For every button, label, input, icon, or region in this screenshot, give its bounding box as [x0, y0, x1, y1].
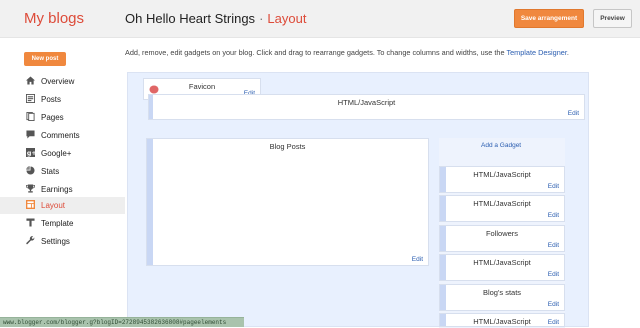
top-bar: My blogs Oh Hello Heart Strings · Layout S…: [0, 0, 640, 38]
my-blogs-link[interactable]: My blogs: [24, 10, 84, 27]
edit-link[interactable]: Edit: [568, 110, 579, 117]
gadget-title: Blog's stats: [482, 288, 522, 297]
layout-hint: Add, remove, edit gadgets on your blog. …: [125, 48, 569, 57]
sidebar-item-label: Pages: [41, 113, 64, 122]
sidebar-gadget[interactable]: HTML/JavaScript Edit: [439, 195, 565, 222]
blog-posts-gadget[interactable]: Blog Posts Edit: [146, 138, 429, 266]
edit-link[interactable]: Edit: [412, 256, 423, 263]
sidebar-item-comments[interactable]: Comments: [0, 127, 125, 144]
sidebar-item-pages[interactable]: Pages: [0, 109, 125, 126]
sidebar-item-earnings[interactable]: Earnings: [0, 181, 125, 198]
page-title: Oh Hello Heart Strings · Layout: [125, 11, 306, 26]
sidebar-item-google-plus[interactable]: g+ Google+: [0, 145, 125, 162]
trophy-icon: [26, 184, 35, 193]
edit-link[interactable]: Edit: [548, 212, 559, 219]
svg-text:g+: g+: [27, 150, 35, 157]
sidebar-item-label: Settings: [41, 237, 70, 246]
sidebar-item-stats[interactable]: Stats: [0, 163, 125, 180]
sidebar-item-template[interactable]: Template: [0, 215, 125, 232]
layout-icon: [26, 200, 35, 209]
sidebar-item-label: Stats: [41, 167, 60, 176]
comments-icon: [26, 130, 35, 139]
sidebar-item-posts[interactable]: Posts: [0, 91, 125, 108]
current-page-name: Layout: [267, 11, 307, 26]
sidebar-item-label: Layout: [41, 201, 66, 210]
hint-text: Add, remove, edit gadgets on your blog. …: [125, 48, 507, 57]
sidebar: New post Overview Posts Pages Comments g…: [0, 38, 125, 327]
sidebar-item-settings[interactable]: Settings: [0, 233, 125, 250]
template-designer-link[interactable]: Template Designer: [506, 48, 566, 57]
template-icon: [26, 218, 35, 227]
browser-status-bar: www.blogger.com/blogger.g?blogID=2728945…: [0, 317, 244, 327]
preview-button[interactable]: Preview: [593, 9, 632, 28]
status-url: www.blogger.com/blogger.g?blogID=2728945…: [3, 319, 227, 326]
layout-canvas: Favicon Edit HTML/JavaScript Edit Blog P…: [127, 72, 589, 328]
gadget-title: HTML/JavaScript: [337, 98, 396, 107]
sidebar-gadget[interactable]: Followers Edit: [439, 225, 565, 252]
gadget-title: Followers: [485, 229, 519, 238]
google-plus-icon: g+: [26, 148, 35, 157]
wrench-icon: [26, 236, 35, 245]
edit-link[interactable]: Edit: [548, 242, 559, 249]
edit-link[interactable]: Edit: [548, 301, 559, 308]
hint-end: .: [566, 48, 569, 57]
sidebar-item-overview[interactable]: Overview: [0, 73, 125, 90]
sidebar-item-label: Overview: [41, 77, 75, 86]
sidebar-item-label: Comments: [41, 131, 80, 140]
gadget-title: Favicon: [188, 82, 216, 91]
sidebar-item-label: Earnings: [41, 185, 73, 194]
drag-handle[interactable]: [147, 139, 153, 265]
title-separator: ·: [259, 11, 264, 26]
gadget-title: Blog Posts: [269, 142, 306, 151]
gadget-title: HTML/JavaScript: [473, 199, 531, 208]
sidebar-item-layout[interactable]: Layout: [0, 197, 125, 214]
gadget-title: HTML/JavaScript: [473, 258, 531, 267]
save-arrangement-button[interactable]: Save arrangement: [514, 9, 584, 28]
layout-editor: Add, remove, edit gadgets on your blog. …: [125, 38, 640, 328]
sidebar-gadget[interactable]: Blog's stats Edit: [439, 284, 565, 311]
new-post-button[interactable]: New post: [24, 52, 66, 66]
sidebar-item-label: Google+: [41, 149, 72, 158]
sidebar-item-label: Posts: [41, 95, 62, 104]
edit-link[interactable]: Edit: [548, 183, 559, 190]
header-html-gadget[interactable]: HTML/JavaScript Edit: [148, 94, 585, 120]
sidebar-gadget[interactable]: HTML/JavaScript Edit: [439, 313, 565, 327]
sidebar-gadget[interactable]: HTML/JavaScript Edit: [439, 166, 565, 193]
blog-name[interactable]: Oh Hello Heart Strings: [125, 11, 255, 26]
home-icon: [26, 76, 35, 85]
edit-link[interactable]: Edit: [548, 319, 559, 326]
gadget-title: HTML/JavaScript: [473, 317, 531, 326]
pages-icon: [26, 112, 35, 121]
stats-icon: [26, 166, 35, 175]
sidebar-gadget[interactable]: HTML/JavaScript Edit: [439, 254, 565, 281]
sidebar-item-label: Template: [41, 219, 74, 228]
add-gadget-link[interactable]: Add a Gadget: [481, 142, 521, 149]
gadget-title: HTML/JavaScript: [473, 170, 531, 179]
posts-icon: [26, 94, 35, 103]
edit-link[interactable]: Edit: [548, 271, 559, 278]
